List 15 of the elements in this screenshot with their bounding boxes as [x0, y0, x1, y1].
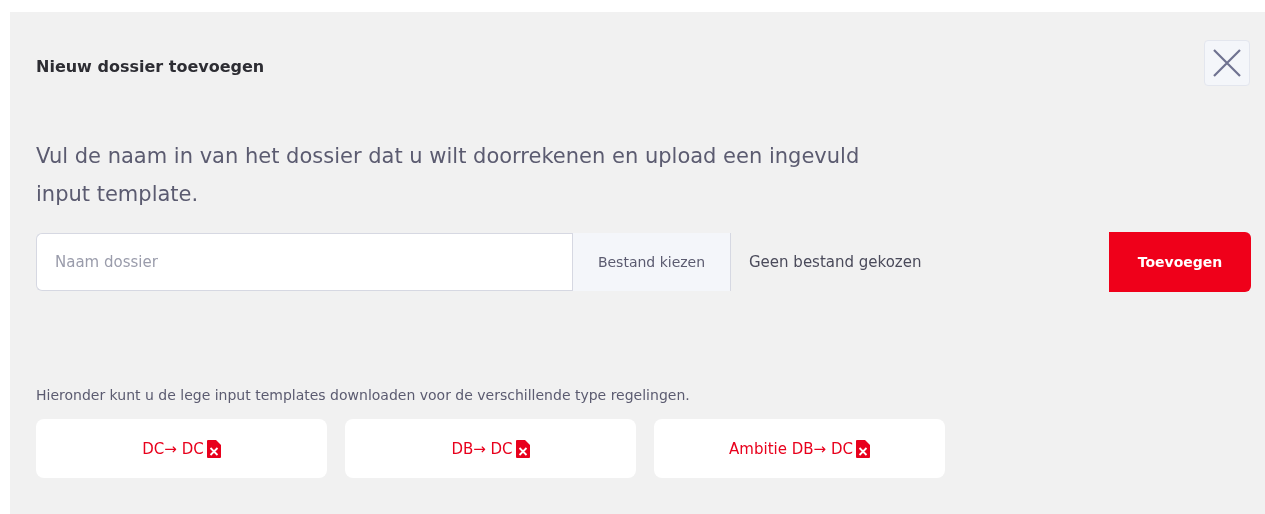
add-button[interactable]: Toevoegen	[1109, 232, 1251, 292]
template-download-button[interactable]: DB→ DC	[345, 419, 636, 478]
close-button[interactable]	[1204, 39, 1250, 86]
choose-file-button[interactable]: Bestand kiezen	[572, 233, 731, 291]
template-download-button[interactable]: DC→ DC	[36, 419, 327, 478]
close-icon	[1212, 47, 1242, 78]
hint-text: Hieronder kunt u de lege input templates downloaden voor de verschillende type regelingen.	[36, 387, 691, 403]
template-download-button[interactable]: Ambitie DB→ DC	[654, 419, 945, 478]
name-field[interactable]: Naam dossier	[36, 233, 572, 291]
spreadsheet-file-icon	[206, 439, 221, 458]
file-name-text: Geen bestand gekozen	[748, 252, 923, 273]
spreadsheet-file-icon	[515, 439, 530, 458]
intro-text: Vul de naam in van het dossier dat u wilt doorrekenen en upload een ingevuld input template.	[36, 143, 861, 208]
spreadsheet-file-icon	[855, 439, 870, 458]
dialog-title: Nieuw dossier toevoegen	[36, 56, 265, 76]
